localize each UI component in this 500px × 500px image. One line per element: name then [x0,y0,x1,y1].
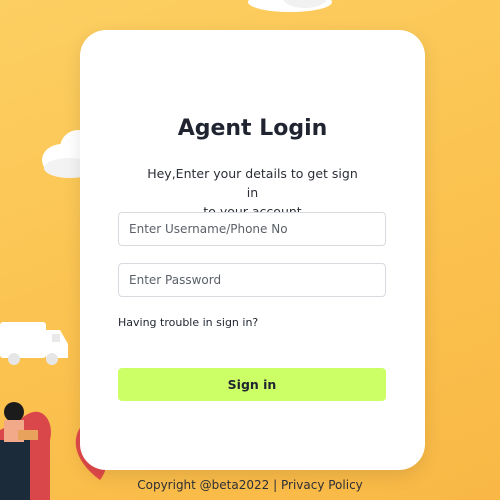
copyright-text: Copyright @beta2022 [137,478,270,492]
username-input[interactable] [118,212,386,246]
password-input[interactable] [118,263,386,297]
footer-separator: | [273,478,278,492]
trouble-signin-link[interactable]: Having trouble in sign in? [118,316,258,329]
page-title: Agent Login [177,116,328,141]
subtitle-line: Hey,Enter your details to get sign in [147,166,358,200]
login-card: Agent Login Hey,Enter your details to ge… [80,30,425,470]
truck-icon [0,322,68,365]
privacy-policy-link[interactable]: Privacy Policy [281,478,363,492]
cloud-icon [248,0,332,12]
signin-button[interactable]: Sign in [118,368,386,401]
footer: Copyright @beta2022 | Privacy Policy [0,478,500,492]
